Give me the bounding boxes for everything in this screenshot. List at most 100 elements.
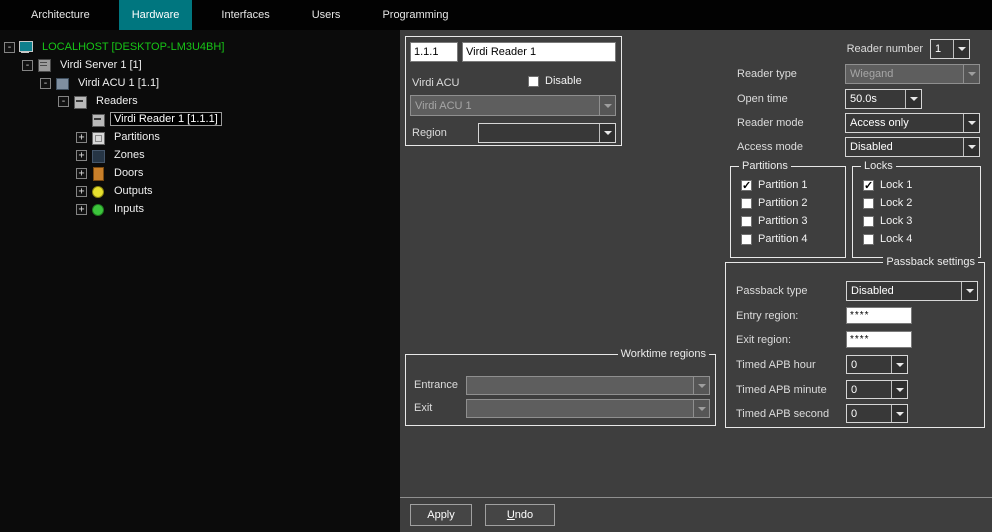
tree-row: - LOCALHOST [DESKTOP-LM3U4BH] xyxy=(0,38,400,56)
open-time-value: 50.0s xyxy=(846,93,905,105)
open-time-select[interactable]: 50.0s xyxy=(845,89,922,109)
tab-programming[interactable]: Programming xyxy=(369,0,461,30)
reader-mode-value: Access only xyxy=(846,117,963,129)
chevron-down-icon xyxy=(963,65,979,83)
chevron-down-icon xyxy=(961,282,977,300)
timed-apb-minute-select[interactable]: 0 xyxy=(846,380,908,399)
checkbox-label: Lock 3 xyxy=(880,215,912,227)
region-select[interactable] xyxy=(478,123,616,143)
expand-icon[interactable]: + xyxy=(76,132,87,143)
tree-item-virdi-reader-selected[interactable]: Virdi Reader 1 [1.1.1] xyxy=(110,112,222,126)
chevron-down-icon xyxy=(891,356,907,373)
collapse-icon[interactable]: - xyxy=(4,42,15,53)
tree-row: + Outputs xyxy=(0,182,400,200)
checkbox-label: Partition 4 xyxy=(758,233,808,245)
tab-users[interactable]: Users xyxy=(299,0,354,30)
tree-row: Virdi Reader 1 [1.1.1] xyxy=(0,110,400,128)
tree-item-localhost[interactable]: LOCALHOST [DESKTOP-LM3U4BH] xyxy=(38,40,228,54)
reader-address-input[interactable] xyxy=(410,42,458,62)
collapse-icon[interactable]: - xyxy=(40,78,51,89)
undo-rest: ndo xyxy=(515,509,533,521)
lock-2-checkbox[interactable]: Lock 2 xyxy=(863,197,912,209)
tree-item-zones[interactable]: Zones xyxy=(110,148,149,162)
chevron-down-icon xyxy=(599,124,615,142)
tree-item-partitions[interactable]: Partitions xyxy=(110,130,164,144)
doors-icon xyxy=(91,167,105,180)
entrance-select[interactable] xyxy=(466,376,710,395)
checkbox-label: Lock 1 xyxy=(880,179,912,191)
chevron-down-icon xyxy=(963,138,979,156)
expander-spacer xyxy=(76,114,87,125)
tree-item-outputs[interactable]: Outputs xyxy=(110,184,157,198)
entrance-label: Entrance xyxy=(414,379,458,392)
passback-type-select[interactable]: Disabled xyxy=(846,281,978,301)
worktime-group-title: Worktime regions xyxy=(618,348,709,361)
expand-icon[interactable]: + xyxy=(76,186,87,197)
expand-icon[interactable]: + xyxy=(76,204,87,215)
checkbox-icon xyxy=(863,198,874,209)
collapse-icon[interactable]: - xyxy=(58,96,69,107)
passback-settings-group: Passback settings Passback type Disabled… xyxy=(725,262,985,428)
exit-select[interactable] xyxy=(466,399,710,418)
checkbox-icon xyxy=(741,180,752,191)
tree-row: - Virdi Server 1 [1] xyxy=(0,56,400,74)
footer-bar: Apply Undo xyxy=(400,497,992,532)
partitions-group: Partitions Partition 1 Partition 2 Parti… xyxy=(730,166,846,258)
zones-icon xyxy=(91,149,105,162)
tree-item-virdi-acu[interactable]: Virdi ACU 1 [1.1] xyxy=(74,76,163,90)
partition-3-checkbox[interactable]: Partition 3 xyxy=(741,215,808,227)
main-panel: Virdi ACU Disable Virdi ACU 1 Region Rea… xyxy=(400,30,992,532)
chevron-down-icon xyxy=(891,405,907,422)
checkbox-icon xyxy=(863,216,874,227)
partition-2-checkbox[interactable]: Partition 2 xyxy=(741,197,808,209)
lock-4-checkbox[interactable]: Lock 4 xyxy=(863,233,912,245)
reader-identity-group: Virdi ACU Disable Virdi ACU 1 Region xyxy=(405,36,622,146)
passback-type-label: Passback type xyxy=(736,285,808,298)
reader-mode-select[interactable]: Access only xyxy=(845,113,980,133)
access-mode-label: Access mode xyxy=(737,141,803,154)
tree-row: + Doors xyxy=(0,164,400,182)
chevron-down-icon xyxy=(693,377,709,394)
acu-icon xyxy=(55,77,69,90)
tree-item-readers[interactable]: Readers xyxy=(92,94,142,108)
access-mode-select[interactable]: Disabled xyxy=(845,137,980,157)
checkbox-icon xyxy=(863,234,874,245)
apply-button[interactable]: Apply xyxy=(410,504,472,526)
tree-item-virdi-server[interactable]: Virdi Server 1 [1] xyxy=(56,58,146,72)
timed-apb-second-select[interactable]: 0 xyxy=(846,404,908,423)
reader-name-input[interactable] xyxy=(462,42,616,62)
reader-type-value: Wiegand xyxy=(846,68,963,80)
partition-4-checkbox[interactable]: Partition 4 xyxy=(741,233,808,245)
expand-icon[interactable]: + xyxy=(76,150,87,161)
collapse-icon[interactable]: - xyxy=(22,60,33,71)
lock-3-checkbox[interactable]: Lock 3 xyxy=(863,215,912,227)
entry-region-input[interactable] xyxy=(846,307,912,324)
checkbox-label: Partition 2 xyxy=(758,197,808,209)
timed-apb-minute-value: 0 xyxy=(847,384,891,396)
tab-architecture[interactable]: Architecture xyxy=(18,0,103,30)
worktime-regions-group: Worktime regions Entrance Exit xyxy=(405,354,716,426)
partition-1-checkbox[interactable]: Partition 1 xyxy=(741,179,808,191)
timed-apb-hour-select[interactable]: 0 xyxy=(846,355,908,374)
open-time-label: Open time xyxy=(737,93,788,106)
timed-apb-second-value: 0 xyxy=(847,408,891,420)
tree-item-doors[interactable]: Doors xyxy=(110,166,147,180)
exit-region-input[interactable] xyxy=(846,331,912,348)
expand-icon[interactable]: + xyxy=(76,168,87,179)
disable-checkbox[interactable]: Disable xyxy=(528,75,582,87)
lock-1-checkbox[interactable]: Lock 1 xyxy=(863,179,912,191)
tab-interfaces[interactable]: Interfaces xyxy=(208,0,282,30)
tree-item-inputs[interactable]: Inputs xyxy=(110,202,148,216)
timed-apb-second-label: Timed APB second xyxy=(736,408,829,421)
outputs-icon xyxy=(91,185,105,198)
region-label: Region xyxy=(412,127,447,140)
exit-label: Exit xyxy=(414,402,432,415)
partitions-group-title: Partitions xyxy=(739,160,791,173)
tab-hardware[interactable]: Hardware xyxy=(119,0,193,30)
undo-button[interactable]: Undo xyxy=(485,504,555,526)
reader-number-select[interactable]: 1 xyxy=(930,39,970,59)
server-icon xyxy=(37,59,51,72)
disable-checkbox-label: Disable xyxy=(545,75,582,87)
tree-row: + Inputs xyxy=(0,200,400,218)
checkbox-icon xyxy=(741,198,752,209)
